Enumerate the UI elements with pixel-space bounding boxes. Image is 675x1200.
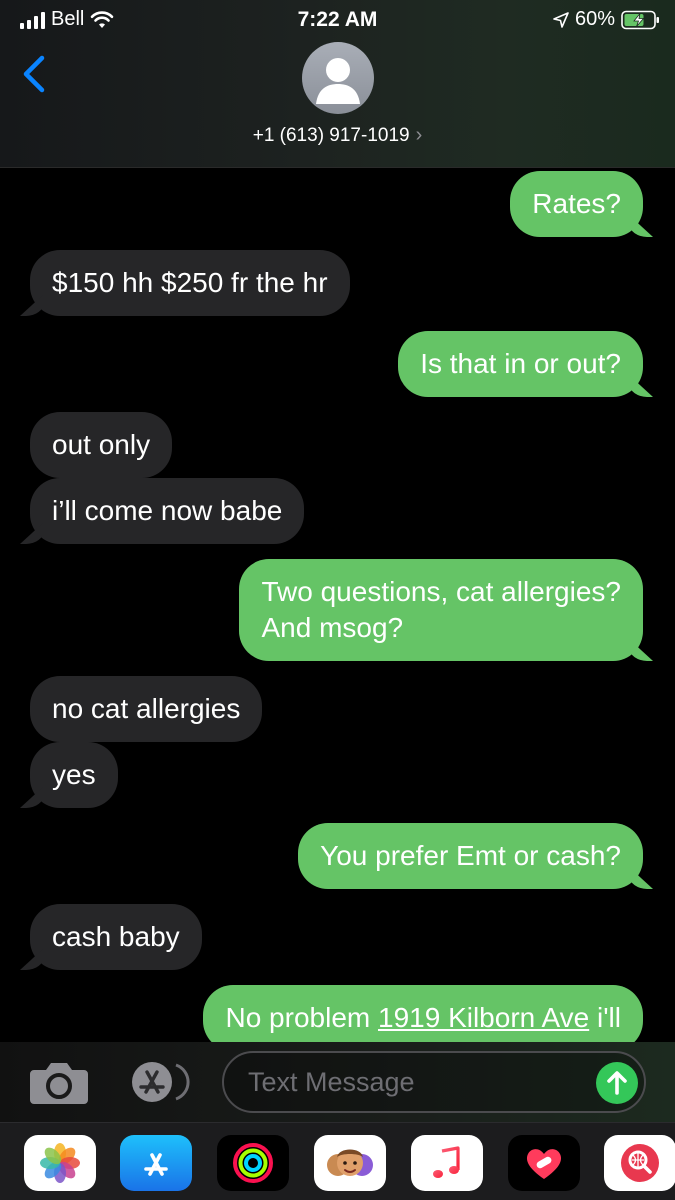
camera-button[interactable] [28, 1058, 90, 1106]
message-bubble-outgoing[interactable]: Rates? [510, 171, 643, 237]
message-list[interactable]: Rates? $150 hh $250 fr the hr Is that in… [0, 168, 675, 1042]
battery-percent: 60% [574, 8, 615, 30]
message-text: No problem [225, 1002, 378, 1033]
heart-app-button[interactable] [508, 1135, 580, 1191]
message-input-placeholder: Text Message [248, 1067, 415, 1097]
message-text: You prefer Emt or cash? [320, 840, 621, 871]
conversation-header: Bell 7:22 AM 60% +1 (613) 917-1019 › [0, 0, 675, 168]
music-app-button[interactable] [411, 1135, 483, 1191]
camera-icon [30, 1063, 88, 1104]
message-text: Rates? [532, 188, 621, 219]
apps-button[interactable] [124, 1060, 190, 1104]
photos-app-button[interactable] [24, 1135, 96, 1191]
back-button[interactable] [18, 54, 52, 94]
status-bar: Bell 7:22 AM 60% [0, 0, 675, 40]
message-text: i'll [589, 1002, 621, 1033]
message-bubble-outgoing[interactable]: You prefer Emt or cash? [298, 823, 643, 889]
compose-bar: Text Message [0, 1042, 675, 1122]
person-icon [316, 58, 360, 104]
chevron-right-icon: › [415, 124, 423, 146]
message-text-line: And msog? [261, 612, 404, 643]
message-bubble-incoming[interactable]: no cat allergies [30, 676, 263, 742]
memoji-icon [327, 1149, 373, 1176]
web-search-app-button[interactable] [604, 1135, 675, 1191]
message-text: i’ll come now babe [52, 495, 283, 526]
location-arrow-icon [553, 11, 569, 28]
arrow-up-icon [607, 1071, 627, 1095]
message-text: cash baby [52, 921, 180, 952]
activity-icon [233, 1143, 273, 1183]
send-button[interactable] [596, 1062, 638, 1104]
message-input[interactable]: Text Message [222, 1051, 646, 1113]
imessage-app-drawer [0, 1122, 675, 1200]
message-text: out only [52, 429, 151, 460]
message-text: $150 hh $250 fr the hr [52, 267, 328, 298]
message-bubble-outgoing[interactable]: No problem 1919 Kilborn Ave i'll [203, 985, 643, 1042]
message-text: Is that in or out? [420, 348, 621, 379]
contact-details-link[interactable]: +1 (613) 917-1019 › [0, 124, 675, 147]
chevron-left-icon [23, 55, 45, 93]
app-store-app-button[interactable] [120, 1135, 192, 1191]
message-bubble-incoming[interactable]: out only [30, 412, 173, 478]
contact-number: +1 (613) 917-1019 [252, 125, 410, 146]
address-link[interactable]: 1919 Kilborn Ave [378, 1002, 589, 1033]
heart-app-icon [526, 1149, 562, 1179]
memoji-app-button[interactable] [314, 1135, 386, 1191]
photos-icon [40, 1143, 80, 1183]
message-bubble-outgoing[interactable]: Two questions, cat allergies? And msog? [239, 559, 643, 661]
activity-app-button[interactable] [217, 1135, 289, 1191]
message-bubble-incoming[interactable]: cash baby [30, 904, 202, 970]
status-right: 60% [553, 8, 661, 31]
app-store-icon [144, 1153, 168, 1176]
message-bubble-incoming[interactable]: $150 hh $250 fr the hr [30, 250, 350, 316]
battery-charging-icon [621, 10, 659, 29]
message-text: no cat allergies [52, 693, 241, 724]
message-text-line: Two questions, cat allergies? [261, 576, 621, 607]
message-bubble-outgoing[interactable]: Is that in or out? [398, 331, 643, 397]
message-bubble-incoming[interactable]: yes [30, 742, 118, 808]
app-store-icon [132, 1062, 190, 1102]
web-search-icon [621, 1144, 659, 1182]
message-bubble-incoming[interactable]: i’ll come now babe [30, 478, 305, 544]
message-text: yes [52, 759, 96, 790]
contact-avatar[interactable] [302, 42, 374, 114]
music-icon [433, 1146, 460, 1178]
